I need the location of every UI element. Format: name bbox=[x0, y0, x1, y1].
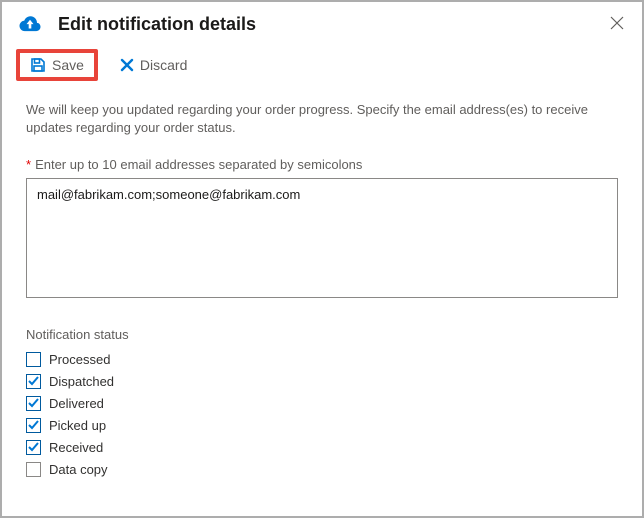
checkbox-delivered[interactable] bbox=[26, 396, 41, 411]
email-label-text: Enter up to 10 email addresses separated… bbox=[35, 157, 362, 172]
discard-button[interactable]: Discard bbox=[110, 51, 197, 79]
checkbox-dispatched[interactable] bbox=[26, 374, 41, 389]
email-field-label: * Enter up to 10 email addresses separate… bbox=[26, 157, 618, 172]
panel-title: Edit notification details bbox=[58, 14, 606, 35]
status-row-received: Received bbox=[26, 440, 618, 455]
status-label: Delivered bbox=[49, 396, 104, 411]
status-label: Picked up bbox=[49, 418, 106, 433]
close-button[interactable] bbox=[606, 10, 628, 39]
status-row-data-copy: Data copy bbox=[26, 462, 618, 477]
save-button[interactable]: Save bbox=[16, 49, 98, 81]
status-row-delivered: Delivered bbox=[26, 396, 618, 411]
panel-content: We will keep you updated regarding your … bbox=[2, 91, 642, 477]
status-label: Data copy bbox=[49, 462, 108, 477]
discard-icon bbox=[120, 58, 134, 72]
close-icon bbox=[610, 16, 624, 30]
checkbox-picked-up[interactable] bbox=[26, 418, 41, 433]
status-row-dispatched: Dispatched bbox=[26, 374, 618, 389]
status-row-processed: Processed bbox=[26, 352, 618, 367]
status-label: Received bbox=[49, 440, 103, 455]
toolbar: Save Discard bbox=[2, 45, 642, 91]
checkbox-data-copy[interactable] bbox=[26, 462, 41, 477]
email-addresses-input[interactable] bbox=[26, 178, 618, 298]
status-label: Processed bbox=[49, 352, 110, 367]
checkbox-processed[interactable] bbox=[26, 352, 41, 367]
save-button-label: Save bbox=[52, 57, 84, 73]
description-text: We will keep you updated regarding your … bbox=[26, 101, 618, 137]
checkbox-received[interactable] bbox=[26, 440, 41, 455]
required-marker: * bbox=[26, 157, 31, 172]
notification-status-list: Processed Dispatched Delivered Picked up bbox=[26, 352, 618, 477]
edit-notification-panel: Edit notification details Save Discard W… bbox=[0, 0, 644, 518]
cloud-upload-icon bbox=[16, 11, 44, 39]
status-label: Dispatched bbox=[49, 374, 114, 389]
status-row-picked-up: Picked up bbox=[26, 418, 618, 433]
panel-header: Edit notification details bbox=[2, 2, 642, 45]
notification-status-heading: Notification status bbox=[26, 327, 618, 342]
save-icon bbox=[30, 57, 46, 73]
discard-button-label: Discard bbox=[140, 57, 187, 73]
